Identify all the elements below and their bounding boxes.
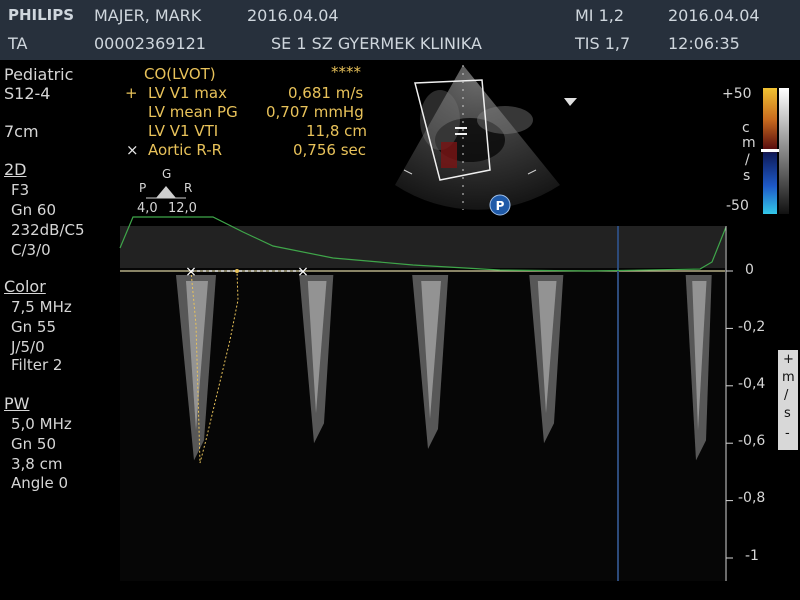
rr-caliper-end-icon: × (297, 264, 309, 280)
velocity-tick-label: -0,6 (738, 433, 766, 449)
color-scale-unit: / (745, 152, 750, 168)
color-scale-unit: m (742, 135, 756, 151)
color-scale-unit: s (743, 168, 751, 184)
pw-badge: P (489, 194, 511, 216)
velocity-axis (725, 226, 733, 581)
velocity-unit-char: + (783, 352, 794, 367)
velocity-tick-label: -0,8 (738, 490, 766, 506)
velocity-unit-char: / (784, 388, 789, 403)
vmax-caliper-icon (235, 269, 239, 273)
pw-badge-label: P (496, 199, 505, 213)
velocity-tick-label: -1 (745, 548, 759, 564)
velocity-tick-label: -0,4 (738, 376, 766, 392)
ultrasound-graphics: P × × (119, 65, 798, 581)
rr-caliper-start-icon: × (185, 264, 197, 280)
spectral-doppler-display: × × (119, 216, 727, 581)
orientation-icon (146, 186, 186, 199)
color-scale-unit: c (742, 120, 750, 136)
velocity-tick-label: -0,2 (738, 319, 766, 335)
sector-image (395, 65, 577, 210)
velocity-tick-label: 0 (745, 262, 754, 278)
velocity-unit-char: - (785, 426, 790, 441)
color-scale-top: +50 (722, 86, 752, 102)
color-scale-bottom: -50 (726, 198, 749, 214)
velocity-unit-char: s (784, 406, 791, 421)
color-velocity-bar (761, 88, 789, 214)
velocity-unit-char: m (782, 370, 795, 385)
